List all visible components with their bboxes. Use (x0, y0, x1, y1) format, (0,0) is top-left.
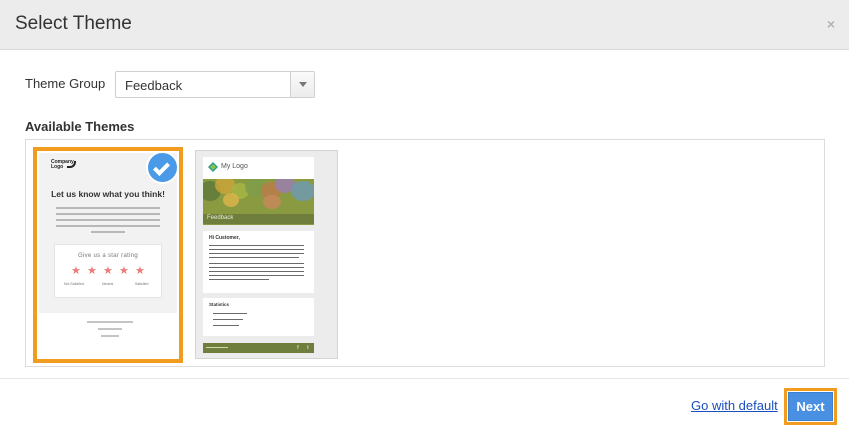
preview-text-line (56, 219, 160, 221)
preview-stats-box: Statistics (203, 298, 314, 336)
preview-text-line (56, 207, 160, 209)
preview-text-line (209, 275, 304, 276)
speech-bubble-shape (291, 181, 314, 201)
chevron-down-icon (299, 82, 307, 87)
go-with-default-link[interactable]: Go with default (691, 398, 778, 413)
preview-list-line (213, 313, 247, 314)
preview-text-line (209, 271, 304, 272)
preview-footer-line (98, 328, 122, 330)
logo-swoosh-icon (67, 161, 76, 168)
select-theme-dialog: Select Theme × Theme Group Feedback Avai… (0, 0, 849, 432)
dropdown-button[interactable] (290, 72, 314, 97)
preview-text-line (209, 267, 304, 268)
star-icon: ★ (103, 265, 113, 277)
footer-divider (0, 378, 849, 379)
preview-text-line (209, 249, 304, 250)
preview-body: Hi Customer, (203, 231, 314, 293)
dialog-header: Select Theme × (0, 0, 849, 50)
logo-text: My Logo (221, 163, 248, 170)
dialog-title: Select Theme (15, 13, 132, 34)
scale-label: Not Satisfied (64, 282, 84, 286)
preview-text-line (56, 225, 160, 227)
stats-title: Statistics (209, 302, 230, 307)
theme-group-label: Theme Group (25, 76, 106, 91)
facebook-icon: f (297, 345, 299, 351)
preview-greeting: Hi Customer, (209, 235, 240, 241)
scale-label: Neutral (102, 282, 114, 286)
speech-bubble-shape (223, 193, 239, 207)
speech-bubble-shape (263, 195, 281, 209)
preview-footer-line (101, 335, 119, 337)
theme-card-feedback-newsletter[interactable]: My Logo Feedback Hi Customer, Statistics… (195, 150, 338, 359)
preview-text-line (91, 231, 125, 233)
selected-check-icon (146, 151, 179, 184)
preview-header: My Logo (203, 157, 314, 179)
preview-list-line (213, 319, 243, 320)
close-icon[interactable]: × (827, 16, 835, 32)
available-themes-heading: Available Themes (25, 119, 135, 134)
next-button[interactable]: Next (788, 392, 833, 421)
theme-group-select[interactable]: Feedback (115, 71, 315, 98)
theme-group-value: Feedback (125, 78, 183, 93)
themes-list: Company Logo Let us know what you think!… (25, 139, 825, 367)
preview-heading: Let us know what you think! (51, 189, 165, 199)
preview-footer: f t (203, 343, 314, 353)
preview-text-line (209, 253, 304, 254)
banner-label: Feedback (207, 215, 234, 221)
footer-text-line (206, 347, 228, 348)
preview-text-line (209, 257, 299, 258)
preview-text-line (209, 245, 304, 246)
star-icon: ★ (71, 265, 81, 277)
star-icon: ★ (119, 265, 129, 277)
theme-card-feedback-rating[interactable]: Company Logo Let us know what you think!… (33, 147, 183, 363)
star-icon: ★ (87, 265, 97, 277)
rating-card-title: Give us a star rating (78, 253, 138, 259)
preview-footer-line (87, 321, 133, 323)
scale-label: Satisfied (135, 282, 149, 286)
rating-card: Give us a star rating ★ ★ ★ ★ ★ Not Sati… (54, 244, 162, 298)
logo-icon (208, 162, 218, 172)
preview-text-line (209, 279, 269, 280)
next-button-highlight: Next (784, 388, 837, 425)
preview-list-line (213, 325, 239, 326)
twitter-icon: t (307, 345, 309, 351)
preview-text-line (56, 213, 160, 215)
star-icon: ★ (135, 265, 145, 277)
preview-banner-bar: Feedback (203, 214, 314, 224)
star-rating: ★ ★ ★ ★ ★ (71, 265, 151, 277)
preview-text-line (209, 263, 304, 264)
